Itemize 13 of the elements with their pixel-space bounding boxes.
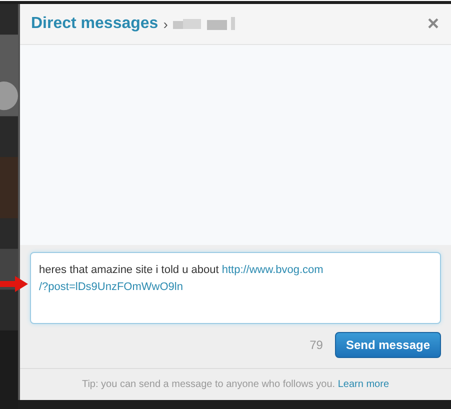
message-text: heres that amazine site i told u about	[39, 264, 220, 276]
send-button[interactable]: Send message	[334, 332, 441, 358]
learn-more-link[interactable]: Learn more	[338, 379, 390, 390]
blurred-name	[172, 17, 235, 31]
dialog-title: Direct messages	[31, 15, 158, 33]
breadcrumb-separator: ›	[163, 16, 168, 32]
message-link[interactable]: /?post=lDs9UnzFOmWwO9ln	[39, 281, 183, 293]
message-field[interactable]: heres that amazine site i told u about http://www.bvog.com /?post=lDs9UnzFOmWwO9ln	[30, 252, 441, 324]
character-count: 79	[310, 338, 323, 352]
tip-text: Tip: you can send a message to anyone who follows you.	[82, 379, 336, 390]
message-link[interactable]: http://www.bvog.com	[222, 264, 324, 276]
close-button[interactable]: ×	[427, 14, 439, 34]
arrow-icon	[0, 276, 28, 292]
